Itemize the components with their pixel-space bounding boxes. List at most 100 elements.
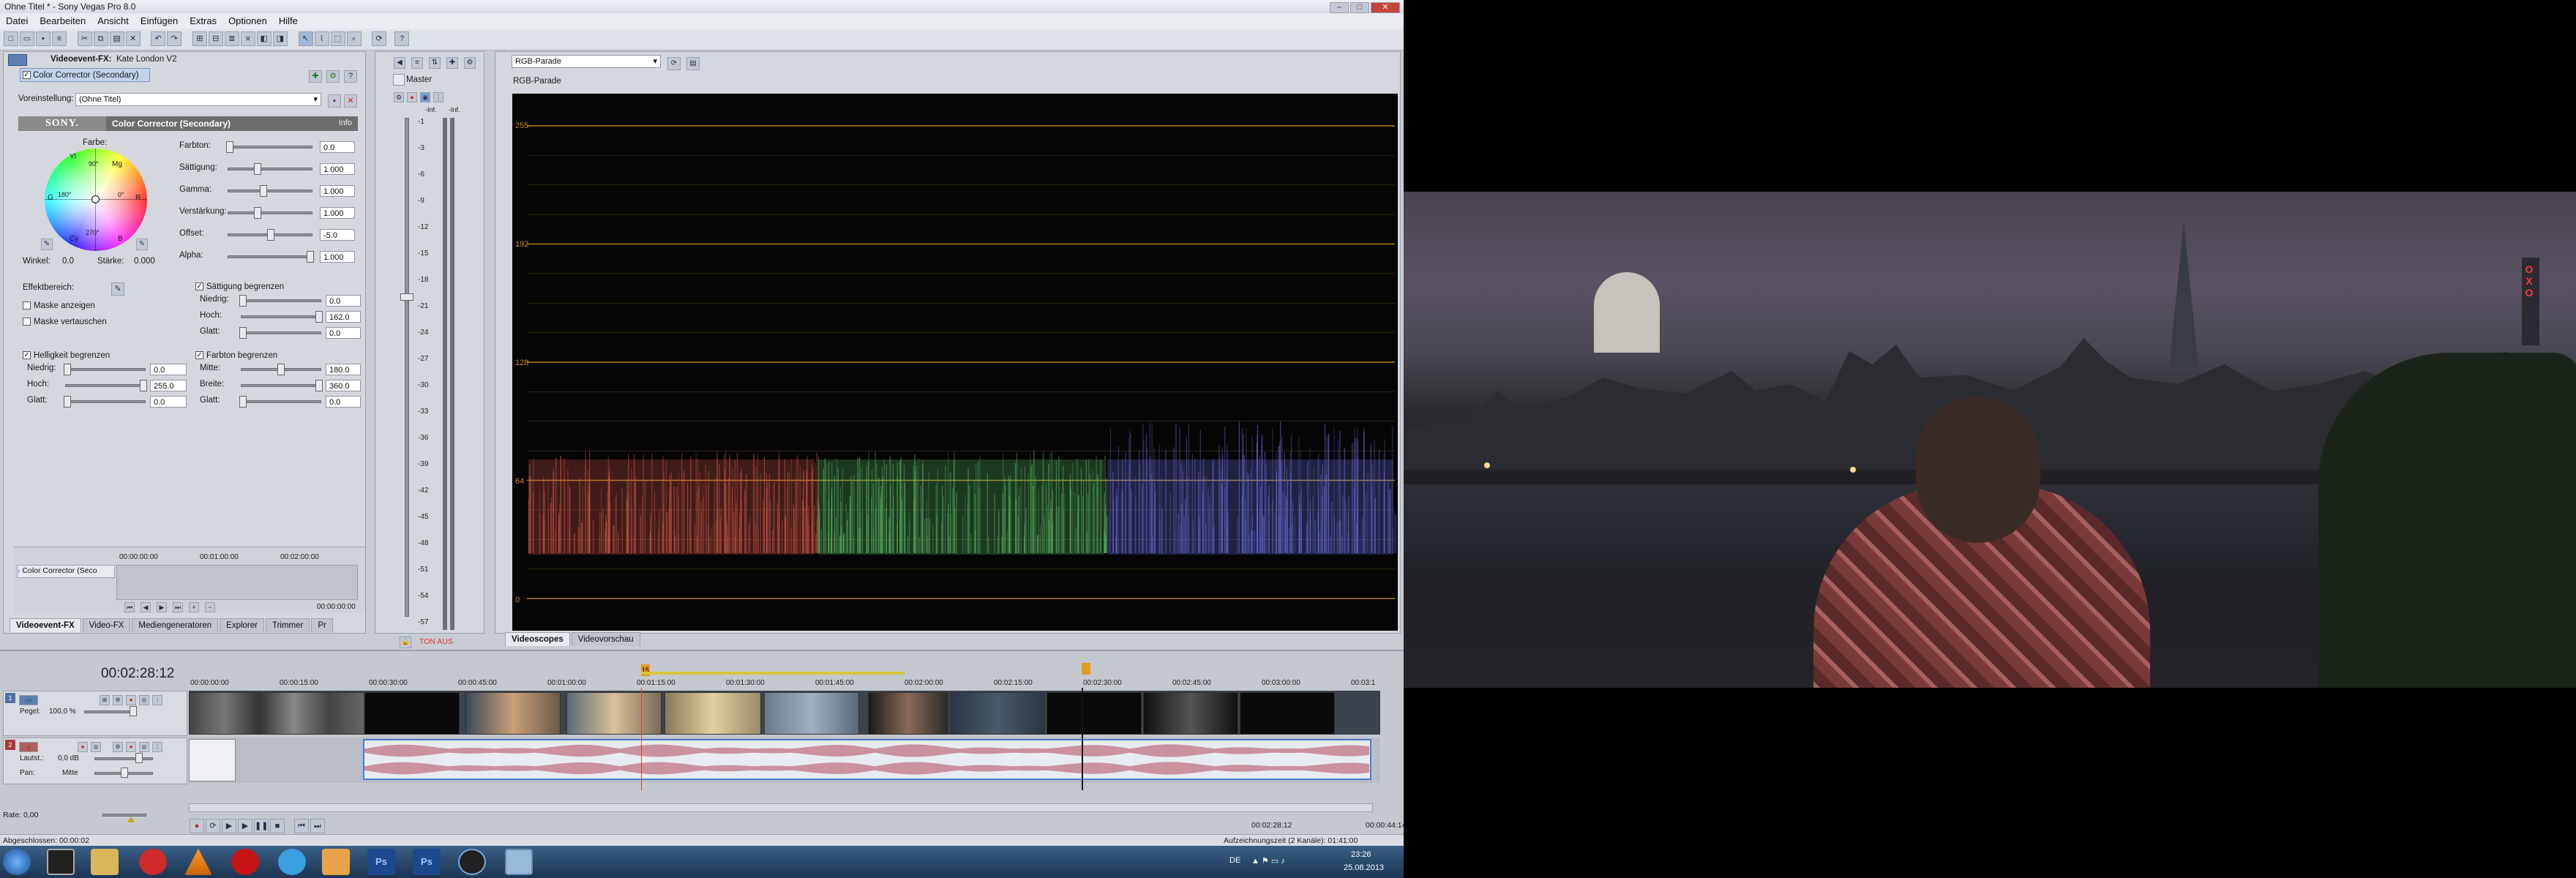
tab-videoscopes[interactable]: Videoscopes [505, 632, 570, 646]
param-value[interactable]: 0.0 [326, 327, 361, 339]
param-value[interactable]: -5.0 [320, 229, 355, 241]
video-track-lane[interactable] [189, 691, 1380, 735]
audio-clip[interactable] [363, 739, 1371, 780]
play-from-start-icon[interactable]: ▶ [222, 819, 236, 833]
redo-icon[interactable]: ↷ [167, 31, 181, 46]
saettigung-begrenzen-checkbox[interactable]: ✓ Sättigung begrenzen [195, 280, 284, 291]
menu-hilfe[interactable]: Hilfe [273, 13, 304, 29]
slider-thumb[interactable] [226, 141, 233, 153]
video-clip[interactable] [1240, 692, 1335, 735]
param-value[interactable]: 0.0 [150, 396, 187, 408]
explorer-icon[interactable] [91, 849, 119, 875]
keyframe-lane[interactable] [116, 565, 358, 600]
param-slider[interactable] [241, 299, 321, 302]
param-slider[interactable] [228, 168, 312, 170]
video-clip[interactable] [1046, 692, 1142, 735]
menu-bearbeiten[interactable]: Bearbeiten [34, 13, 91, 29]
track-fx-icon[interactable]: ⚙ [113, 742, 123, 752]
param-value[interactable]: 0.0 [326, 396, 361, 408]
slider-thumb[interactable] [135, 753, 143, 763]
fx-icon[interactable]: ⚙ [464, 57, 476, 69]
menu-ansicht[interactable]: Ansicht [91, 13, 135, 29]
param-slider[interactable] [228, 190, 312, 192]
language-indicator[interactable]: DE [1229, 856, 1240, 865]
param-value[interactable]: 1.000 [320, 163, 355, 175]
slider-thumb[interactable] [260, 185, 267, 197]
slider-thumb[interactable] [239, 327, 247, 339]
farbton-begrenzen-checkbox[interactable]: ✓ Farbton begrenzen [195, 349, 277, 360]
tab-explorer[interactable]: Explorer [220, 618, 264, 632]
app-icon[interactable] [458, 849, 486, 875]
param-value[interactable]: 0.0 [326, 295, 361, 307]
record-icon[interactable]: ● [190, 819, 204, 833]
pause-icon[interactable]: ❚❚ [254, 819, 269, 833]
slider-thumb[interactable] [121, 768, 128, 778]
update-scope-icon[interactable]: ⟳ [667, 57, 681, 70]
preset-dropdown[interactable]: (Ohne Titel) ▾ [75, 93, 321, 106]
master-fader-track[interactable] [405, 118, 409, 617]
record-arm-icon[interactable]: ● [78, 742, 88, 752]
solo-icon[interactable]: ◎ [139, 695, 149, 705]
plugin-info-link[interactable]: Info [339, 119, 352, 127]
save-icon[interactable]: ▪ [36, 31, 50, 46]
video-clip[interactable] [566, 692, 662, 735]
tab-videovorschau[interactable]: Videovorschau [572, 632, 640, 646]
mute-icon[interactable]: ● [126, 742, 136, 752]
opera-icon[interactable] [231, 849, 259, 875]
video-clip[interactable] [868, 692, 948, 735]
eyedropper-icon[interactable]: ✎ [136, 239, 148, 250]
add-fx-icon[interactable]: ✚ [309, 70, 322, 83]
minimize-button[interactable]: – [1330, 2, 1349, 13]
render-icon[interactable]: ⟳ [372, 31, 386, 46]
vegas-taskbar-icon[interactable] [505, 849, 533, 875]
param-slider[interactable] [241, 331, 321, 334]
stop-app-icon[interactable] [139, 849, 167, 875]
track-fx-icon[interactable]: ⚙ [113, 695, 123, 705]
delete-icon[interactable]: ✕ [126, 31, 141, 46]
video-clip[interactable] [1143, 692, 1238, 735]
zoom-tool-icon[interactable]: ⌕ [347, 31, 362, 46]
param-value[interactable]: 255.0 [150, 380, 187, 391]
properties-icon[interactable]: ≡ [52, 31, 67, 46]
mute-icon[interactable]: ● [407, 92, 417, 102]
video-clip[interactable] [189, 692, 364, 735]
param-value[interactable]: 1.000 [320, 251, 355, 263]
menu-optionen[interactable]: Optionen [222, 13, 273, 29]
open-icon[interactable]: ▭ [20, 31, 34, 46]
menu-datei[interactable]: Datei [0, 13, 34, 29]
paste-icon[interactable]: ▤ [110, 31, 124, 46]
volume-slider[interactable] [94, 757, 153, 760]
copy-icon[interactable]: ⧉ [94, 31, 108, 46]
snap-icon[interactable]: ⊞ [192, 31, 207, 46]
slider-thumb[interactable] [64, 364, 71, 375]
video-clip[interactable] [364, 692, 460, 735]
menu-extras[interactable]: Extras [184, 13, 222, 29]
tray-icons[interactable]: ▲ ⚑ ▭ ♪ [1251, 856, 1285, 866]
timeline-ruler[interactable]: 00:00:00:00 00:00:15:00 00:00:30:00 00:0… [190, 675, 1398, 688]
add-bus-icon[interactable]: ✚ [446, 57, 458, 69]
solo-icon[interactable]: ◉ [420, 92, 430, 102]
quantize-icon[interactable]: ⊟ [209, 31, 223, 46]
eyedropper-icon[interactable]: ✎ [41, 239, 53, 250]
tab-project-media[interactable]: Pr [311, 618, 333, 632]
fx-chain-enable-checkbox[interactable]: ✓ [23, 71, 31, 79]
param-slider[interactable] [241, 400, 321, 403]
slider-thumb[interactable] [315, 311, 323, 323]
param-value[interactable]: 1.000 [320, 185, 355, 197]
loop-end-marker[interactable] [1082, 663, 1090, 675]
slider-thumb[interactable] [140, 380, 147, 391]
go-to-start-icon[interactable]: ⏮ [294, 819, 309, 833]
envelope-tool-icon[interactable]: ⌇ [315, 31, 329, 46]
param-value[interactable]: 1.000 [320, 207, 355, 219]
master-fader-thumb[interactable] [400, 293, 413, 301]
wheel-handle[interactable] [91, 195, 100, 203]
lock-icon[interactable]: 🔒 [400, 637, 411, 648]
ripple-icon[interactable]: ≣ [225, 31, 239, 46]
save-preset-icon[interactable]: ▪ [328, 94, 341, 108]
crossfade-icon[interactable]: ⨯ [241, 31, 255, 46]
clock-date[interactable]: 25.08.2013 [1344, 863, 1384, 872]
clock-time[interactable]: 23:26 [1351, 850, 1371, 859]
slider-thumb[interactable] [307, 251, 314, 263]
video-clip[interactable] [950, 692, 1045, 735]
param-value[interactable]: 360.0 [326, 380, 361, 391]
